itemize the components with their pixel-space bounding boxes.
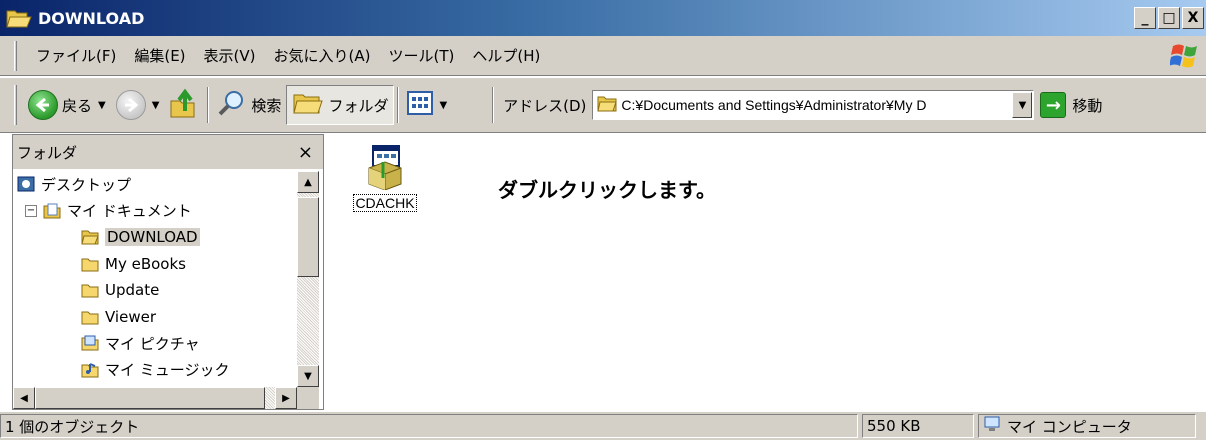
up-folder-button[interactable] [164, 84, 204, 126]
folder-tree: デスクトップ − マイ ドキュメント DOWNLOAD My eBooks Up… [13, 171, 297, 387]
folders-label: フォルダ [328, 96, 389, 115]
status-zone: マイ コンピュータ [978, 414, 1196, 438]
back-label: 戻る [62, 96, 93, 115]
tree-item-download[interactable]: DOWNLOAD [13, 224, 297, 251]
tree-item-my-pictures[interactable]: マイ ピクチャ [13, 330, 297, 357]
folder-pane: フォルダ × デスクトップ − マイ ドキュメント DOWNLOAD My eB… [12, 134, 324, 410]
tree-item-desktop[interactable]: デスクトップ [13, 171, 297, 198]
title-bar[interactable]: DOWNLOAD _ □ X [0, 0, 1206, 36]
tree-item-my-music[interactable]: マイ ミュージック [13, 357, 297, 384]
toolbar: 戻る ▼ ▼ 検索 フォルダ ▼ アドレス(D) C:¥Documents an… [0, 77, 1206, 133]
instruction-text: ダブルクリックします。 [498, 178, 716, 202]
go-button[interactable]: → 移動 [1040, 92, 1102, 118]
menu-edit[interactable]: 編集(E) [125, 45, 194, 66]
minimize-button[interactable]: _ [1134, 7, 1156, 29]
scroll-down-button[interactable]: ▼ [297, 365, 319, 387]
tree-item-label: デスクトップ [41, 175, 132, 194]
scroll-right-button[interactable]: ▶ [275, 387, 297, 409]
folder-icon [81, 309, 99, 325]
folder-pane-header: フォルダ × [13, 135, 323, 169]
window-title: DOWNLOAD [38, 8, 145, 28]
status-zone-label: マイ コンピュータ [1007, 417, 1132, 436]
menu-bar: ファイル(F) 編集(E) 表示(V) お気に入り(A) ツール(T) ヘルプ(… [0, 36, 1206, 76]
forward-arrow-icon [115, 90, 146, 120]
scroll-up-button[interactable]: ▲ [297, 171, 319, 193]
status-object-count: 1 個のオブジェクト [0, 414, 858, 438]
maximize-button[interactable]: □ [1158, 7, 1180, 29]
folders-button[interactable]: フォルダ [286, 85, 395, 125]
window-controls: _ □ X [1134, 7, 1204, 29]
tree-item-label: マイ ミュージック [105, 361, 230, 380]
back-button[interactable]: 戻る ▼ [23, 87, 111, 123]
status-size: 550 KB [862, 414, 974, 438]
horizontal-scrollbar[interactable]: ◀ ▶ [13, 387, 297, 409]
scroll-thumb[interactable] [35, 387, 265, 409]
computer-icon [983, 415, 1001, 437]
file-view[interactable]: CDACHK ダブルクリックします。 [330, 134, 1206, 410]
toolbar-separator [397, 87, 400, 123]
forward-button[interactable]: ▼ [111, 87, 165, 123]
tree-item-label: My eBooks [105, 254, 186, 273]
pictures-icon [81, 335, 99, 351]
search-label: 検索 [251, 96, 282, 115]
folder-icon [597, 94, 618, 116]
go-label: 移動 [1072, 96, 1103, 115]
folder-icon [81, 282, 99, 298]
installer-icon [365, 144, 405, 191]
folder-open-icon [6, 7, 32, 29]
close-button[interactable]: X [1182, 7, 1204, 29]
chevron-down-icon[interactable]: ▼ [152, 100, 160, 111]
tree-item-label: マイ ピクチャ [105, 334, 200, 353]
folder-pane-title: フォルダ [17, 143, 78, 162]
search-button[interactable]: 検索 [212, 85, 286, 125]
menu-view[interactable]: 表示(V) [195, 45, 265, 66]
chevron-down-icon[interactable]: ▼ [98, 100, 106, 111]
tree-item-my-documents[interactable]: − マイ ドキュメント [13, 198, 297, 225]
menu-file[interactable]: ファイル(F) [27, 45, 125, 66]
scroll-thumb[interactable] [297, 197, 319, 277]
address-dropdown-button[interactable]: ▼ [1012, 92, 1033, 118]
tree-item-update[interactable]: Update [13, 277, 297, 304]
views-icon [407, 91, 434, 119]
address-value: C:¥Documents and Settings¥Administrator¥… [621, 97, 927, 113]
folder-open-icon [81, 229, 99, 245]
vertical-scrollbar[interactable]: ▲ ▼ [297, 171, 319, 387]
music-icon [81, 362, 99, 378]
folders-icon [292, 89, 324, 121]
back-arrow-icon [28, 90, 58, 120]
views-button[interactable]: ▼ [402, 88, 452, 122]
up-folder-icon [169, 87, 199, 123]
file-item-label: CDACHK [353, 194, 417, 212]
tree-item-viewer[interactable]: Viewer [13, 304, 297, 331]
close-icon[interactable]: × [298, 142, 313, 163]
desktop-icon [17, 176, 35, 192]
menu-grip[interactable] [14, 40, 17, 71]
menu-help[interactable]: ヘルプ(H) [463, 45, 549, 66]
search-icon [217, 88, 247, 122]
tree-item-label: Update [105, 281, 160, 300]
tree-item-my-ebooks[interactable]: My eBooks [13, 251, 297, 278]
menu-favorites[interactable]: お気に入り(A) [265, 45, 380, 66]
folder-icon [81, 256, 99, 272]
address-label: アドレス(D) [503, 96, 587, 115]
go-arrow-icon: → [1040, 92, 1067, 118]
collapse-icon[interactable]: − [25, 204, 37, 217]
address-field[interactable]: C:¥Documents and Settings¥Administrator¥… [592, 90, 1035, 120]
tree-item-label: マイ ドキュメント [67, 202, 192, 221]
chevron-down-icon[interactable]: ▼ [439, 100, 447, 111]
tree-item-label: DOWNLOAD [105, 228, 200, 247]
toolbar-separator [492, 87, 495, 123]
menu-tools[interactable]: ツール(T) [379, 45, 463, 66]
toolbar-grip[interactable] [14, 85, 17, 125]
scrollbar-corner [297, 387, 319, 409]
toolbar-separator [207, 87, 210, 123]
file-item-cdachk[interactable]: CDACHK [350, 144, 420, 212]
scroll-left-button[interactable]: ◀ [13, 387, 35, 409]
status-bar: 1 個のオブジェクト 550 KB マイ コンピュータ [0, 412, 1206, 440]
tree-item-label: Viewer [105, 307, 156, 326]
windows-logo-icon [1169, 42, 1200, 70]
documents-icon [43, 203, 61, 219]
